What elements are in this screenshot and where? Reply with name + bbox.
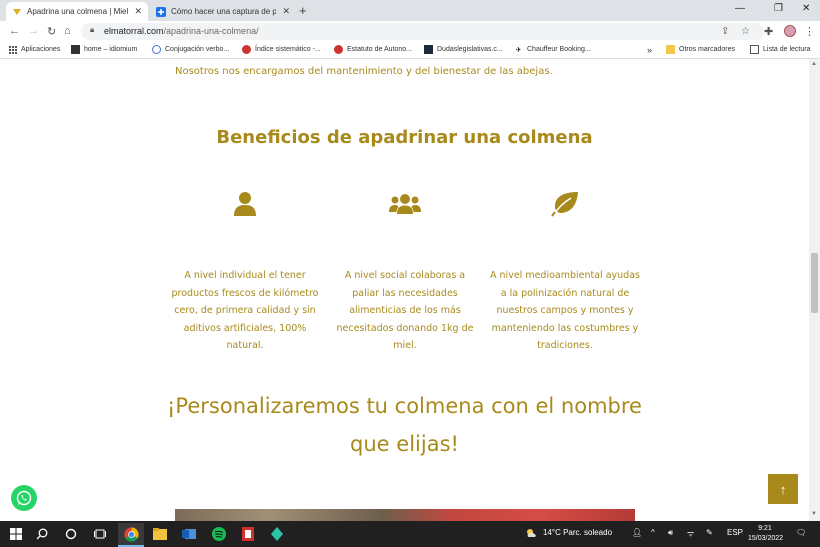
site-icon — [242, 45, 251, 54]
close-window-button[interactable]: ✕ — [802, 3, 810, 14]
outlook-icon[interactable] — [181, 526, 197, 542]
windows-taskbar: 14°C Parc. soleado 👤︎ ^ 🔊︎ ᯤ ✎ ESP 9:21 … — [0, 521, 820, 547]
reading-list-icon — [750, 45, 759, 54]
extensions-puzzle-icon[interactable]: ✚ — [764, 25, 773, 38]
cortana-icon[interactable] — [63, 526, 79, 542]
bookmark-idiomium[interactable]: home – idiomium — [71, 45, 137, 54]
app-diamond-icon[interactable] — [269, 526, 285, 542]
intro-text: Nosotros nos encargamos del mantenimient… — [175, 66, 553, 77]
folder-icon — [666, 45, 675, 54]
restore-button[interactable]: ❐ — [774, 3, 783, 14]
whatsapp-button[interactable] — [11, 485, 37, 511]
tab-apadrina[interactable]: Apadrina una colmena | Miel de M ✕ — [6, 2, 148, 21]
whatsapp-icon — [16, 490, 32, 506]
pen-icon[interactable]: ✎ — [706, 528, 713, 537]
bookmark-chauffeur[interactable]: ✈ Chauffeur Booking... — [514, 45, 591, 54]
user-icon — [230, 189, 260, 219]
tab-close-icon[interactable]: ✕ — [134, 6, 142, 17]
wifi-icon[interactable]: ᯤ — [687, 528, 694, 539]
scroll-up-arrow-icon[interactable]: ▲ — [811, 61, 817, 67]
honey-favicon-icon — [12, 7, 22, 17]
url-domain: elmatorral.com — [104, 26, 164, 36]
browser-toolbar: ← → ↻ ⌂ 🔒︎ elmatorral.com/apadrina-una-c… — [0, 21, 820, 42]
users-icon — [389, 189, 421, 219]
other-bookmarks[interactable]: Otros marcadores — [666, 45, 735, 54]
page-scrollbar[interactable]: ▲ ▼ — [809, 59, 820, 521]
windows-start-icon[interactable] — [8, 526, 24, 542]
apps-grid-icon — [8, 45, 17, 54]
share-icon[interactable]: ⇪ — [721, 26, 729, 37]
bookmarks-bar: Aplicaciones home – idiomium Conjugación… — [0, 42, 820, 59]
system-clock[interactable]: 9:21 15/03/2022 — [748, 524, 783, 544]
notifications-icon[interactable]: 🗨︎ — [796, 528, 806, 537]
tray-overflow-icon[interactable]: ^ — [651, 528, 655, 537]
forward-arrow-icon[interactable]: → — [28, 25, 39, 37]
url-path: /apadrina-una-colmena/ — [163, 26, 259, 36]
menu-kebab-icon[interactable]: ⋮ — [804, 25, 815, 38]
new-tab-button[interactable]: + — [299, 3, 307, 18]
spotify-icon[interactable] — [211, 526, 227, 542]
site-icon — [71, 45, 80, 54]
reload-icon[interactable]: ↻ — [47, 25, 56, 38]
benefit-social-text: A nivel social colaboras a paliar las ne… — [336, 270, 474, 351]
file-explorer-icon[interactable] — [152, 526, 168, 542]
reading-list[interactable]: Lista de lectura — [750, 45, 810, 54]
bookmark-conjugacion[interactable]: Conjugación verbo... — [152, 45, 229, 54]
speaker-icon[interactable]: 🔊︎ — [668, 528, 673, 538]
search-icon[interactable] — [34, 526, 50, 542]
bookmark-aplicaciones[interactable]: Aplicaciones — [8, 45, 60, 54]
bookmark-star-icon[interactable]: ☆ — [741, 26, 750, 37]
bookmarks-overflow-button[interactable]: » — [647, 45, 652, 55]
bookmark-indice[interactable]: Índice sistemático -... — [242, 45, 321, 54]
benefit-environmental-text: A nivel medioambiental ayudas a la polin… — [490, 270, 640, 351]
personalize-heading: ¡Personalizaremos tu colmena con el nomb… — [167, 394, 642, 456]
back-arrow-icon[interactable]: ← — [9, 25, 20, 37]
home-icon[interactable]: ⌂ — [64, 25, 71, 37]
site-icon — [424, 45, 433, 54]
leaf-icon — [550, 189, 580, 219]
task-view-icon[interactable] — [92, 526, 108, 542]
web-page: Nosotros nos encargamos del mantenimient… — [0, 59, 809, 521]
tab-close-icon[interactable]: ✕ — [282, 6, 290, 17]
minimize-button[interactable]: — — [735, 3, 745, 14]
scrollbar-thumb[interactable] — [811, 253, 818, 313]
input-language[interactable]: ESP — [727, 528, 743, 537]
site-icon: ✈ — [515, 46, 522, 54]
hive-photo — [175, 509, 635, 521]
profile-avatar[interactable] — [784, 25, 796, 37]
address-bar[interactable]: 🔒︎ elmatorral.com/apadrina-una-colmena/ … — [81, 23, 764, 40]
benefit-individual-text: A nivel individual el tener productos fr… — [171, 270, 319, 351]
chrome-icon[interactable] — [123, 526, 139, 542]
people-icon[interactable]: 👤︎ — [632, 528, 642, 537]
benefits-heading: Beneficios de apadrinar una colmena — [216, 127, 593, 148]
scroll-down-arrow-icon[interactable]: ▼ — [811, 511, 817, 517]
tab-bar: Apadrina una colmena | Miel de M ✕ Cómo … — [0, 0, 820, 21]
tab-captura[interactable]: Cómo hacer una captura de pant ✕ — [150, 2, 296, 21]
bookmark-dudas[interactable]: Dudaslegislativas.c... — [424, 45, 503, 54]
bookmark-estatuto[interactable]: Estatuto de Autono... — [334, 45, 412, 54]
plus-favicon-icon — [156, 6, 166, 17]
scroll-to-top-button[interactable]: ↑ — [768, 474, 798, 504]
weather-icon[interactable] — [525, 528, 539, 540]
pdf-reader-icon[interactable] — [240, 526, 256, 542]
lock-icon[interactable]: 🔒︎ — [90, 25, 94, 35]
site-icon — [334, 45, 343, 54]
site-icon — [152, 45, 161, 54]
weather-text[interactable]: 14°C Parc. soleado — [543, 528, 612, 537]
